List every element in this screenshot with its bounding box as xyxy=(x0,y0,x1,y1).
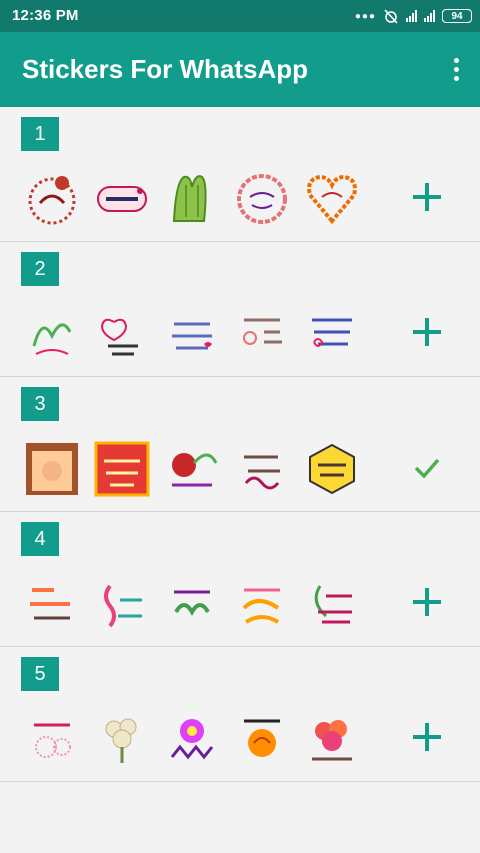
sticker-thumbnail xyxy=(164,306,220,362)
sticker-preview-row xyxy=(24,306,360,362)
sticker-preview-row xyxy=(24,711,360,767)
signal-icon-2 xyxy=(424,10,435,22)
alarm-off-icon xyxy=(384,9,398,24)
sticker-pack-5[interactable]: 5 xyxy=(0,647,480,782)
pack-number-badge: 2 xyxy=(21,252,59,286)
sticker-thumbnail xyxy=(304,441,360,497)
plus-icon xyxy=(413,318,441,346)
sticker-pack-3[interactable]: 3 xyxy=(0,377,480,512)
sticker-thumbnail xyxy=(234,306,290,362)
more-vert-icon[interactable] xyxy=(446,54,466,84)
notification-dots-icon: ●●● xyxy=(354,10,376,22)
status-bar: 12:36 PM ●●● 94 xyxy=(0,0,480,32)
add-pack-button[interactable] xyxy=(405,580,449,624)
sticker-pack-list: 1 2 3 4 5 xyxy=(0,107,480,782)
sticker-thumbnail xyxy=(94,576,150,632)
sticker-thumbnail xyxy=(304,171,360,227)
plus-icon xyxy=(413,588,441,616)
sticker-thumbnail xyxy=(234,441,290,497)
status-icons: ●●● 94 xyxy=(355,6,472,26)
add-pack-button[interactable] xyxy=(405,175,449,219)
sticker-pack-1[interactable]: 1 xyxy=(0,107,480,242)
pack-number-badge: 5 xyxy=(21,657,59,691)
sticker-preview-row xyxy=(24,171,360,227)
pack-added-indicator[interactable] xyxy=(405,445,449,489)
sticker-thumbnail xyxy=(24,306,80,362)
pack-number-badge: 3 xyxy=(21,387,59,421)
sticker-thumbnail xyxy=(304,576,360,632)
check-icon xyxy=(414,458,440,479)
sticker-thumbnail xyxy=(24,171,80,227)
sticker-thumbnail xyxy=(164,576,220,632)
sticker-thumbnail xyxy=(24,711,80,767)
add-pack-button[interactable] xyxy=(405,715,449,759)
sticker-thumbnail xyxy=(234,576,290,632)
signal-icon-1 xyxy=(406,10,417,22)
app-bar: Stickers For WhatsApp xyxy=(0,32,480,107)
pack-number-badge: 4 xyxy=(21,522,59,556)
sticker-thumbnail xyxy=(164,711,220,767)
sticker-thumbnail xyxy=(164,171,220,227)
sticker-thumbnail xyxy=(304,711,360,767)
sticker-thumbnail xyxy=(94,711,150,767)
sticker-thumbnail xyxy=(24,441,80,497)
sticker-pack-4[interactable]: 4 xyxy=(0,512,480,647)
sticker-thumbnail xyxy=(94,306,150,362)
plus-icon xyxy=(413,183,441,211)
sticker-thumbnail xyxy=(164,441,220,497)
plus-icon xyxy=(413,723,441,751)
sticker-pack-2[interactable]: 2 xyxy=(0,242,480,377)
app-title: Stickers For WhatsApp xyxy=(22,54,309,84)
sticker-thumbnail xyxy=(234,711,290,767)
sticker-preview-row xyxy=(24,576,360,632)
add-pack-button[interactable] xyxy=(405,310,449,354)
sticker-thumbnail xyxy=(24,576,80,632)
sticker-preview-row xyxy=(24,441,360,497)
sticker-thumbnail xyxy=(234,171,290,227)
sticker-thumbnail xyxy=(94,441,150,497)
battery-icon: 94 xyxy=(442,9,472,23)
status-time: 12:36 PM xyxy=(12,7,79,24)
pack-number-badge: 1 xyxy=(21,117,59,151)
sticker-thumbnail xyxy=(304,306,360,362)
sticker-thumbnail xyxy=(94,171,150,227)
